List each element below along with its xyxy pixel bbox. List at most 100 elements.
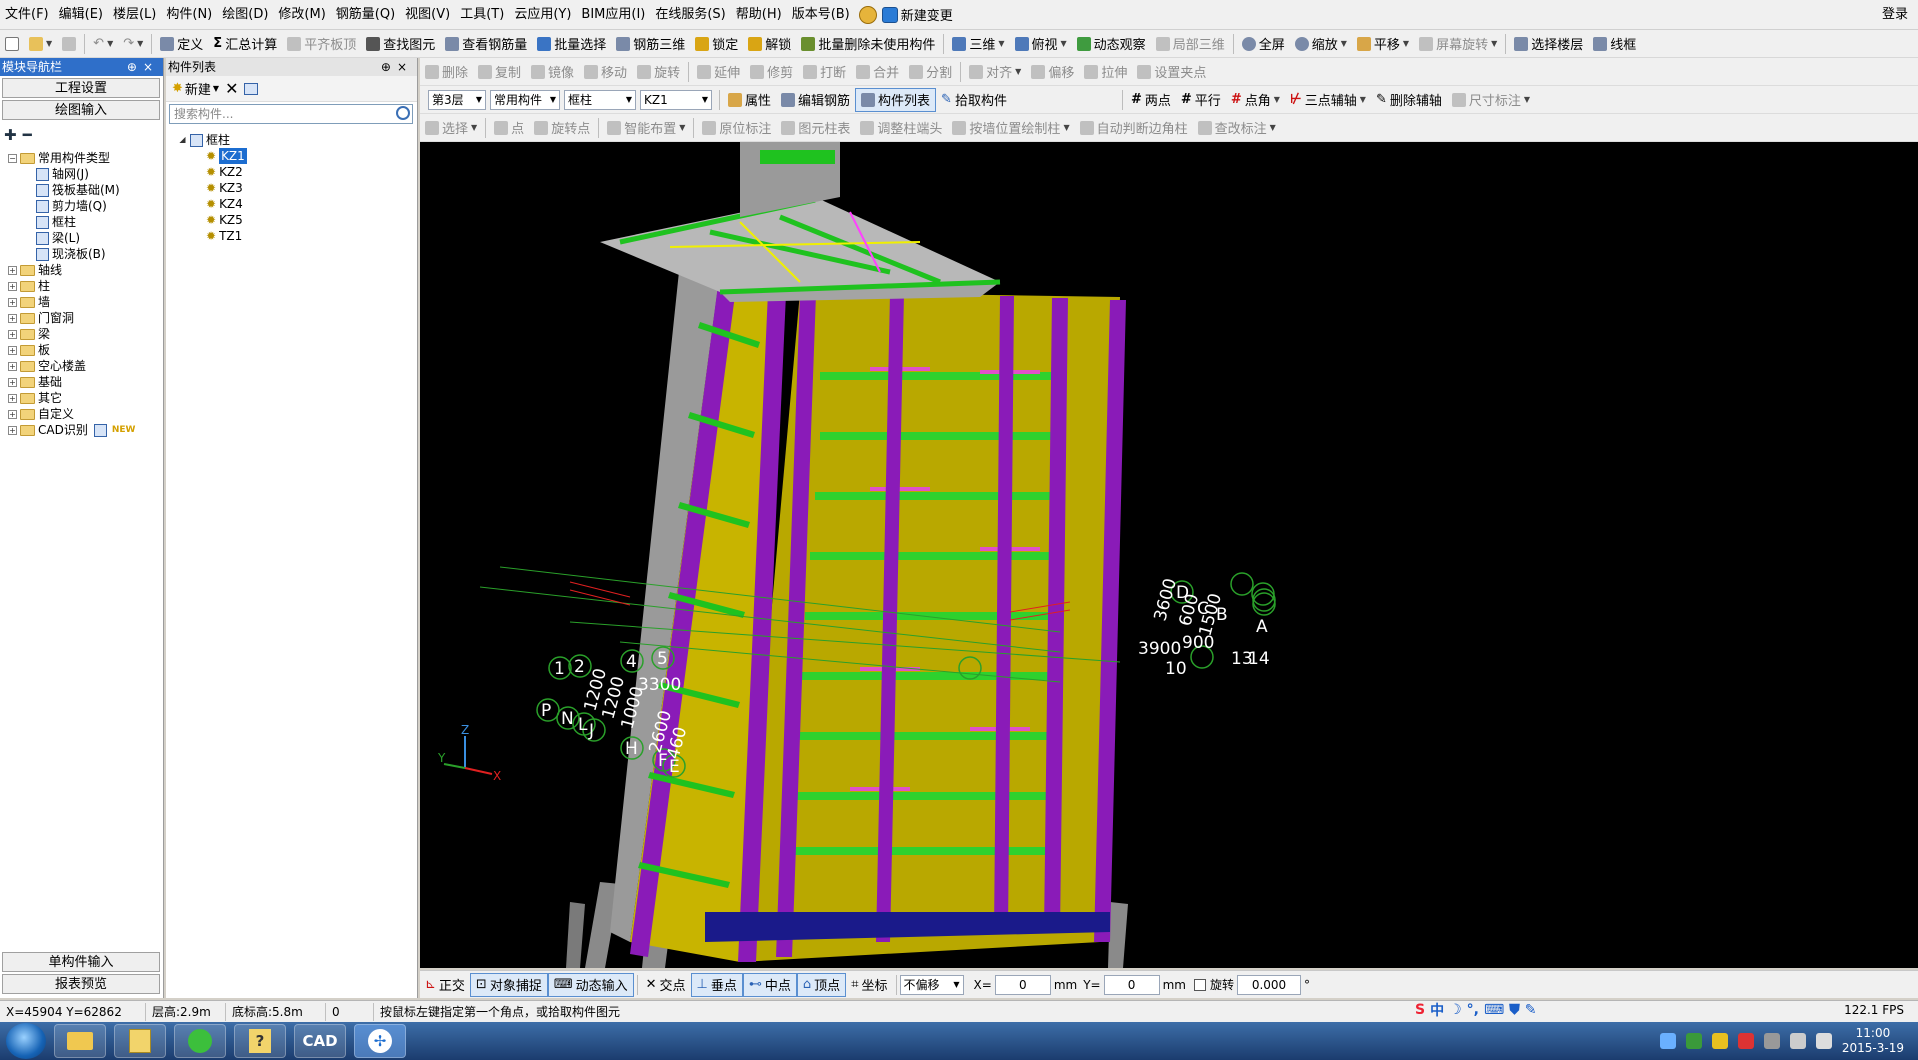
object-snap-toggle[interactable]: ⊡ 对象捕捉 (469, 972, 548, 997)
local-3d-button[interactable]: 局部三维 (1151, 32, 1230, 56)
unlock-button[interactable]: 解锁 (743, 32, 796, 56)
x-input[interactable]: 0 (994, 974, 1051, 995)
move-button[interactable]: 移动 (579, 60, 632, 84)
tree-node-openings[interactable]: + 门窗洞 (8, 310, 74, 326)
expand-icon[interactable]: + (8, 265, 17, 275)
pick-component-button[interactable]: ✎ 拾取构件 (936, 88, 1012, 112)
parallel-button[interactable]: # 平行 (1176, 88, 1226, 112)
flag-icon[interactable] (1763, 1033, 1780, 1049)
new-file-button[interactable] (0, 32, 24, 56)
help-app[interactable]: ? (234, 1024, 286, 1058)
view-rebar-qty-button[interactable]: 查看钢筋量 (440, 32, 532, 56)
tree-node-slab[interactable]: 现浇板(B) (36, 246, 106, 262)
menu-view[interactable]: 视图(V) (400, 0, 455, 30)
ggj-app[interactable]: ✢ (354, 1024, 406, 1058)
plus-icon[interactable] (1711, 1033, 1728, 1049)
column-table-button[interactable]: 图元柱表 (776, 116, 855, 140)
tree-node-other[interactable]: + 其它 (8, 390, 62, 406)
tree-node-frame-column[interactable]: 框柱 (36, 214, 76, 230)
edit-rebar-button[interactable]: 编辑钢筋 (776, 88, 855, 112)
rotate-button[interactable]: 旋转 (632, 60, 685, 84)
rotate-input[interactable]: 0.000 (1237, 974, 1301, 995)
fullscreen-button[interactable]: 全屏 (1237, 32, 1290, 56)
delete-component-icon[interactable]: ✕ (225, 79, 238, 98)
merge-button[interactable]: 合并 (851, 60, 904, 84)
tree-node-foundation[interactable]: + 基础 (8, 374, 62, 390)
set-grip-button[interactable]: 设置夹点 (1132, 60, 1211, 84)
expand-icon[interactable]: + (8, 329, 17, 339)
network-icon[interactable] (1659, 1033, 1676, 1049)
offset-button[interactable]: 偏移 (1026, 60, 1079, 84)
component-search-input[interactable]: 搜索构件... (169, 104, 413, 124)
dynamic-orbit-button[interactable]: 动态观察 (1072, 32, 1151, 56)
select-floor-button[interactable]: 选择楼层 (1509, 32, 1588, 56)
menu-floor[interactable]: 楼层(L) (108, 0, 161, 30)
flush-slab-top-button[interactable]: 平齐板顶 (282, 32, 361, 56)
batch-delete-unused-button[interactable]: 批量删除未使用构件 (796, 32, 940, 56)
rotate-checkbox[interactable] (1193, 978, 1206, 991)
start-button[interactable] (6, 1023, 46, 1059)
top-view-button[interactable]: 俯视 ▼ (1010, 32, 1072, 56)
define-button[interactable]: 定义 (155, 32, 208, 56)
delete-aux-button[interactable]: ✎ 删除辅轴 (1371, 88, 1447, 112)
zoom-button[interactable]: 缩放 ▼ (1290, 32, 1352, 56)
menu-version[interactable]: 版本号(B) (787, 0, 855, 30)
component-item-tz1[interactable]: ✹ TZ1 (206, 228, 242, 244)
menu-draw[interactable]: 绘图(D) (217, 0, 273, 30)
cloud-icon[interactable] (858, 5, 877, 24)
component-item-kz4[interactable]: ✹ KZ4 (206, 196, 243, 212)
rotate-point-button[interactable]: 旋转点 (529, 116, 595, 140)
properties-button[interactable]: 属性 (723, 88, 776, 112)
tree-node-axis[interactable]: + 轴线 (8, 262, 62, 278)
delete-button[interactable]: 删除 (420, 60, 473, 84)
point-angle-button[interactable]: # 点角 ▼ (1226, 88, 1285, 112)
tree-node-slabs[interactable]: + 板 (8, 342, 50, 358)
antivirus-icon[interactable] (1737, 1033, 1754, 1049)
menu-help[interactable]: 帮助(H) (731, 0, 787, 30)
component-item-kz5[interactable]: ✹ KZ5 (206, 212, 243, 228)
vertex-snap[interactable]: ⌂ 顶点 (796, 972, 847, 997)
redo-button[interactable]: ↷ ▼ (118, 32, 148, 56)
midpoint-snap[interactable]: ⊷ 中点 (742, 972, 797, 997)
report-preview-button[interactable]: 报表预览 (2, 974, 160, 994)
wireframe-button[interactable]: 线框 (1588, 32, 1641, 56)
clock[interactable]: 11:00 2015-3-19 (1842, 1026, 1904, 1056)
point-button[interactable]: 点 (489, 116, 529, 140)
type-select[interactable]: 常用构件 ▼ (490, 89, 560, 110)
open-file-button[interactable]: ▼ (24, 32, 57, 56)
menu-file[interactable]: 文件(F) (0, 0, 54, 30)
smart-layout-button[interactable]: 智能布置 ▼ (602, 116, 690, 140)
draw-by-wall-button[interactable]: 按墙位置绘制柱 ▼ (947, 116, 1074, 140)
component-list-toggle[interactable]: 构件列表 (855, 87, 937, 112)
tree-node-beam[interactable]: 梁(L) (36, 230, 80, 246)
tree-node-beams[interactable]: + 梁 (8, 326, 50, 342)
copy-component-icon[interactable] (244, 82, 259, 95)
mirror-button[interactable]: 镜像 (526, 60, 579, 84)
collapse-icon[interactable]: − (8, 153, 17, 163)
dimension-button[interactable]: 尺寸标注 ▼ (1447, 88, 1535, 112)
split-button[interactable]: 分割 (904, 60, 957, 84)
login-link[interactable]: 登录 (1882, 0, 1908, 30)
notes-app[interactable] (114, 1024, 166, 1058)
menu-edit[interactable]: 编辑(E) (54, 0, 108, 30)
auto-corner-column-button[interactable]: 自动判断边角柱 (1075, 116, 1193, 140)
new-component-button[interactable]: ✸ 新建 ▼ (172, 79, 219, 98)
component-item-kz2[interactable]: ✹ KZ2 (206, 164, 243, 180)
volume-icon[interactable] (1815, 1033, 1832, 1049)
menu-bim[interactable]: BIM应用(I) (576, 0, 650, 30)
menu-cloud[interactable]: 云应用(Y) (509, 0, 576, 30)
pan-button[interactable]: 平移 ▼ (1352, 32, 1414, 56)
menu-rebar[interactable]: 钢筋量(Q) (331, 0, 400, 30)
ortho-toggle[interactable]: ⊾ 正交 (420, 973, 470, 997)
refresh-app[interactable] (174, 1024, 226, 1058)
project-settings-button[interactable]: 工程设置 (2, 78, 160, 98)
intersection-snap[interactable]: ✕ 交点 (641, 973, 691, 997)
lock-button[interactable]: 锁定 (690, 32, 743, 56)
component-item-kz1[interactable]: ✹ KZ1 (206, 148, 247, 164)
offset-mode-select[interactable]: 不偏移 ▼ (899, 974, 964, 995)
floor-select[interactable]: 第3层 ▼ (428, 89, 486, 110)
three-point-aux-button[interactable]: ⊬ 三点辅轴 ▼ (1285, 88, 1371, 112)
search-icon[interactable] (396, 106, 410, 120)
copy-button[interactable]: 复制 (473, 60, 526, 84)
menu-tools[interactable]: 工具(T) (455, 0, 509, 30)
